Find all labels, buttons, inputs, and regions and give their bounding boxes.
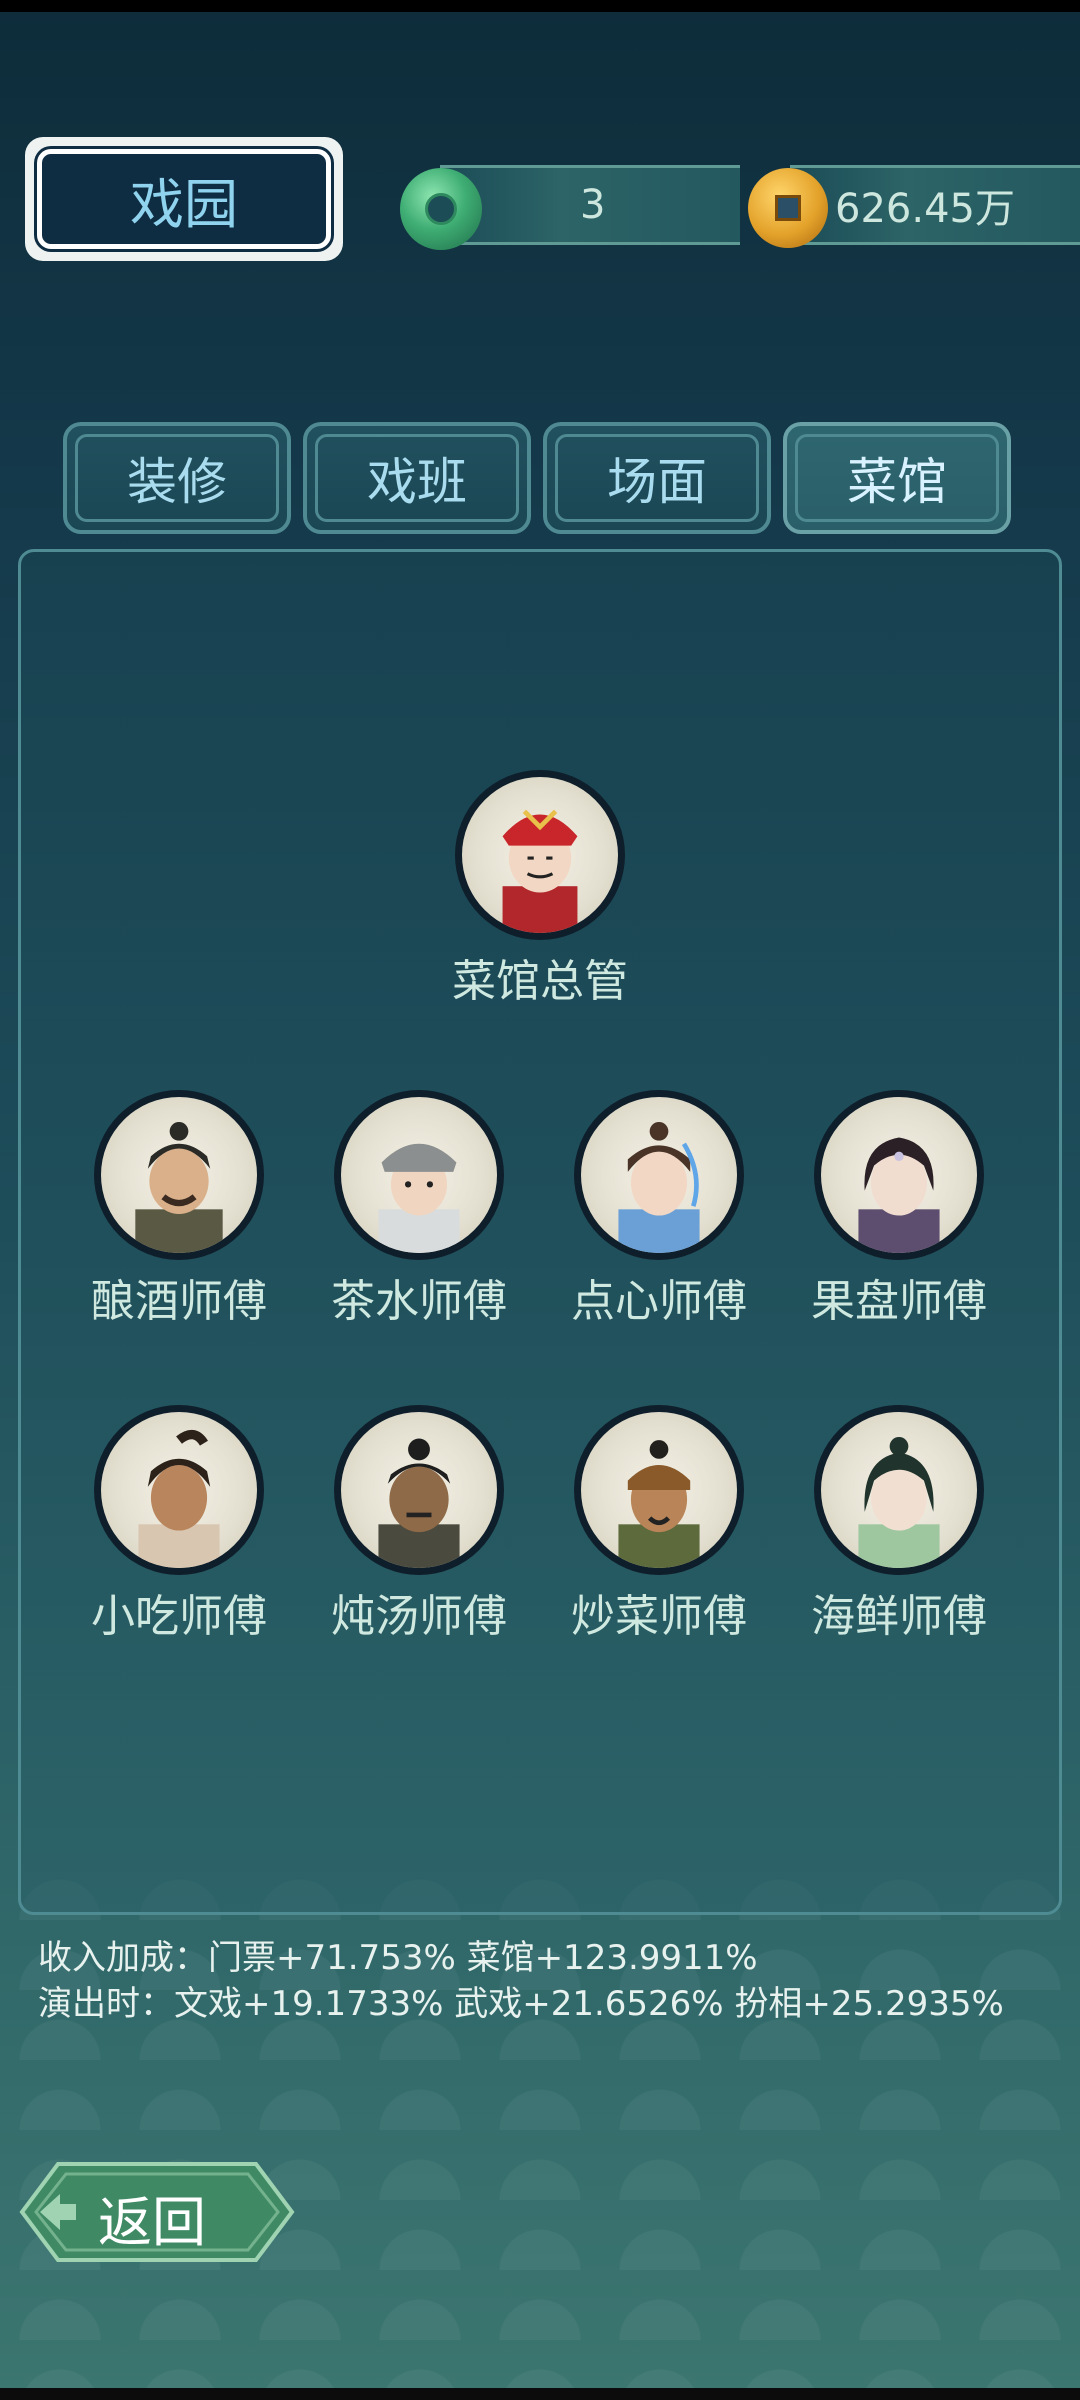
chef-portrait	[135, 1121, 223, 1253]
coin-counter[interactable]: 626.45万	[790, 165, 1080, 245]
jade-value: 3	[580, 182, 606, 228]
navigation-bar	[0, 2388, 1080, 2400]
chef-name: 小吃师傅	[91, 1591, 267, 1642]
chef-name: 炒菜师傅	[571, 1591, 747, 1642]
tab-decoration[interactable]: 装修	[63, 422, 291, 534]
chef-name: 酿酒师傅	[91, 1276, 267, 1327]
page-title: 戏园	[130, 172, 238, 236]
chef-portrait	[138, 1429, 220, 1568]
back-button[interactable]: 返回	[18, 2160, 296, 2264]
jade-counter[interactable]: 3	[440, 165, 740, 245]
chef-avatar-seafood[interactable]	[814, 1405, 984, 1575]
chef-name: 海鲜师傅	[811, 1591, 987, 1642]
chef-avatar-soup[interactable]	[334, 1405, 504, 1575]
tab-label: 戏班	[367, 453, 467, 511]
manager-name: 菜馆总管	[452, 956, 628, 1007]
tab-label: 装修	[127, 453, 227, 511]
chef-portrait	[378, 1143, 460, 1253]
chef-portrait	[858, 1436, 940, 1568]
tab-troupe[interactable]: 戏班	[303, 422, 531, 534]
jade-disc-icon	[400, 168, 482, 250]
chef-avatar-fruit[interactable]	[814, 1090, 984, 1260]
manager-avatar[interactable]	[455, 770, 625, 940]
tab-restaurant[interactable]: 菜馆	[783, 422, 1011, 534]
tab-label: 菜馆	[847, 453, 947, 511]
chef-portrait	[378, 1438, 460, 1568]
chef-avatar-stirfry[interactable]	[574, 1405, 744, 1575]
income-bonus-text: 收入加成：门票+71.753% 菜馆+123.9911%	[38, 1938, 758, 1978]
chef-avatar-pastry[interactable]	[574, 1090, 744, 1260]
chef-avatar-tea[interactable]	[334, 1090, 504, 1260]
copper-coin-icon	[748, 168, 828, 248]
chef-avatar-wine[interactable]	[94, 1090, 264, 1260]
chef-name: 茶水师傅	[331, 1276, 507, 1327]
chef-name: 点心师傅	[571, 1276, 747, 1327]
performance-bonus-text: 演出时：文戏+19.1733% 武戏+21.6526% 扮相+25.2935%	[38, 1984, 1004, 2024]
tab-stage[interactable]: 场面	[543, 422, 771, 534]
coin-value: 626.45万	[835, 186, 1015, 232]
chef-portrait	[858, 1137, 940, 1253]
chef-avatar-snack[interactable]	[94, 1405, 264, 1575]
chef-portrait	[618, 1440, 700, 1568]
back-button-label: 返回	[98, 2191, 206, 2254]
status-bar	[0, 0, 1080, 12]
chef-name: 果盘师傅	[811, 1276, 987, 1327]
chef-name: 炖汤师傅	[331, 1591, 507, 1642]
manager-portrait	[502, 809, 578, 933]
page-title-plate: 戏园	[25, 137, 343, 261]
tab-label: 场面	[607, 453, 707, 511]
chef-portrait	[618, 1121, 700, 1253]
